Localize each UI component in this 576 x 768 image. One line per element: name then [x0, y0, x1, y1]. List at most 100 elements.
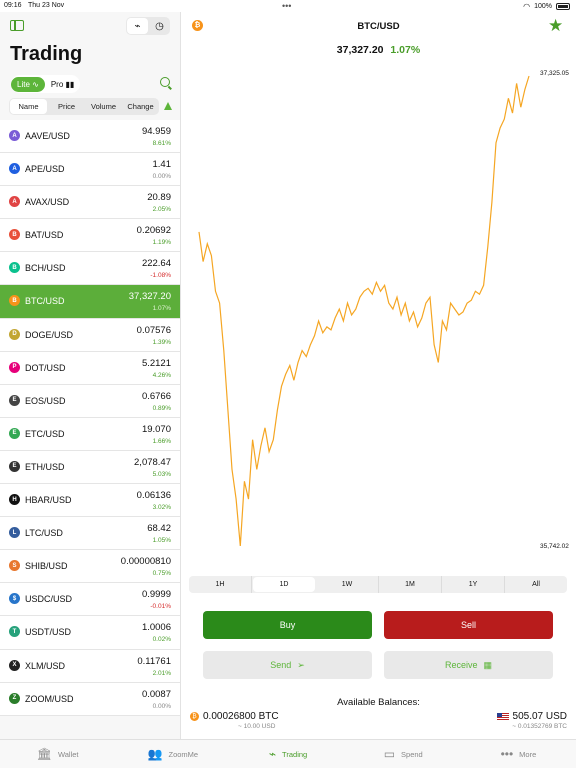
- available-balances-title: Available Balances:: [337, 697, 420, 708]
- tab-zoomme[interactable]: 👥 ZoomMe: [115, 740, 230, 768]
- pair-name: BTC/USD: [25, 296, 65, 307]
- tab-spend[interactable]: ▭ Spend: [346, 740, 461, 768]
- coin-icon: E: [9, 460, 20, 472]
- sidebar-toggle-icon[interactable]: [10, 20, 24, 31]
- pair-change: 1.66%: [152, 437, 171, 445]
- pair-name: ETC/USD: [25, 428, 65, 439]
- receive-button[interactable]: Receive ▦: [384, 651, 553, 679]
- pair-price: 0.06136: [136, 490, 171, 502]
- pair-title: BTC/USD: [357, 21, 400, 32]
- pair-name: USDC/USD: [25, 594, 73, 605]
- pair-name: DOGE/USD: [25, 329, 74, 340]
- coin-icon: A: [9, 196, 20, 208]
- pair-change: -0.01%: [150, 603, 171, 611]
- pair-name: ETH/USD: [25, 461, 65, 472]
- coin-icon: H: [9, 494, 20, 506]
- send-button[interactable]: Send ➢: [203, 651, 372, 679]
- pair-price: 0.07576: [136, 324, 171, 336]
- range-1w[interactable]: 1W: [316, 576, 379, 593]
- pair-change: 8.61%: [152, 140, 171, 147]
- favorite-star-icon[interactable]: ★: [548, 16, 563, 36]
- pro-mode-button[interactable]: Pro ▮▮: [45, 77, 80, 92]
- pair-row[interactable]: E ETH/USD 2,078.47 5.03%: [0, 450, 180, 485]
- sort-tab-change[interactable]: Change: [122, 98, 159, 115]
- price-series-line: [198, 75, 530, 547]
- coin-icon: P: [9, 361, 20, 373]
- range-1d[interactable]: 1D: [253, 577, 315, 592]
- range-1h[interactable]: 1H: [189, 576, 252, 593]
- battery-percent: 100%: [534, 3, 552, 10]
- tab-trading[interactable]: ⌁ Trading: [230, 740, 345, 768]
- history-icon[interactable]: ◷: [149, 17, 170, 35]
- pair-change: 2.05%: [152, 206, 171, 214]
- pair-row[interactable]: Z ZOOM/USD 0.0087 0.00%: [0, 682, 180, 716]
- lite-mode-button[interactable]: Lite ∿: [11, 76, 45, 92]
- tab-bar: 🏛 Wallet 👥 ZoomMe ⌁ Trading ▭ Spend ••• More: [0, 739, 576, 768]
- pair-row[interactable]: S SHIB/USD 0.00000810 0.75%: [0, 550, 180, 584]
- sort-tab-volume[interactable]: Volume: [85, 98, 122, 115]
- pair-name: XLM/USD: [25, 660, 66, 671]
- coin-icon: D: [9, 328, 20, 340]
- pair-row[interactable]: D DOGE/USD 0.07576 1.39%: [0, 318, 180, 352]
- multitask-dots-icon[interactable]: •••: [282, 1, 291, 11]
- sort-tab-name[interactable]: Name: [10, 99, 47, 114]
- pair-name: SHIB/USD: [25, 561, 68, 572]
- price-chart[interactable]: [181, 64, 576, 564]
- pair-name: LTC/USD: [25, 528, 63, 539]
- mode-toggle: Lite ∿ Pro ▮▮: [11, 75, 81, 93]
- pair-price: 0.0087: [141, 688, 171, 700]
- pair-row[interactable]: A AAVE/USD 94.959 8.61%: [0, 120, 180, 154]
- wifi-icon: ◠: [523, 2, 531, 11]
- btc-balance-value: 0.00026800 BTC: [203, 711, 279, 722]
- pair-row[interactable]: B BTC/USD 37,327.20 1.07%: [0, 285, 180, 319]
- pair-name: ZOOM/USD: [25, 693, 74, 704]
- pair-change: 0.75%: [152, 570, 171, 578]
- pair-name: DOT/USD: [25, 362, 66, 373]
- range-all[interactable]: All: [505, 576, 567, 593]
- sell-button[interactable]: Sell: [384, 611, 553, 639]
- sort-direction-icon[interactable]: [164, 102, 172, 110]
- pair-row[interactable]: A AVAX/USD 20.89 2.05%: [0, 186, 180, 220]
- coin-icon: B: [9, 262, 20, 274]
- pair-price: 19.070: [141, 423, 171, 435]
- coin-icon: $: [9, 593, 20, 605]
- coin-icon: E: [9, 427, 20, 439]
- buy-button[interactable]: Buy: [203, 611, 372, 639]
- tab-label: Wallet: [57, 749, 79, 759]
- pair-price: 1.41: [152, 159, 172, 171]
- pair-price: 94.959: [141, 126, 171, 137]
- price-change: 1.07%: [390, 44, 421, 56]
- range-1y[interactable]: 1Y: [442, 576, 505, 593]
- pair-row[interactable]: E ETC/USD 19.070 1.66%: [0, 417, 180, 451]
- status-time: 09:16: [4, 2, 22, 9]
- coin-icon: E: [9, 394, 20, 406]
- pair-row[interactable]: $ USDC/USD 0.9999 -0.01%: [0, 583, 180, 617]
- search-icon[interactable]: [160, 77, 170, 87]
- pair-row[interactable]: E EOS/USD 0.6766 0.89%: [0, 384, 180, 418]
- pair-price: 0.9999: [141, 589, 171, 601]
- pair-row[interactable]: L LTC/USD 68.42 1.05%: [0, 517, 180, 551]
- pair-row[interactable]: T USDT/USD 1.0006 0.02%: [0, 616, 180, 650]
- pair-price: 37,327.20: [128, 291, 171, 303]
- pair-row[interactable]: P DOT/USD 5.2121 4.26%: [0, 351, 180, 385]
- pair-price: 0.11761: [137, 655, 171, 667]
- pair-row[interactable]: B BCH/USD 222.64 -1.08%: [0, 252, 180, 286]
- pair-price: 2,078.47: [134, 456, 171, 468]
- chart-low-label: 35,742.02: [540, 543, 569, 550]
- pair-change: 0.89%: [152, 404, 171, 412]
- tab-wallet[interactable]: 🏛 Wallet: [0, 740, 115, 768]
- pulse-view-icon[interactable]: ⌁: [127, 18, 148, 34]
- sort-tab-price[interactable]: Price: [48, 98, 85, 115]
- pair-row[interactable]: H HBAR/USD 0.06136 3.02%: [0, 484, 180, 518]
- tab-more[interactable]: ••• More: [461, 740, 576, 768]
- pair-row[interactable]: B BAT/USD 0.20692 1.19%: [0, 219, 180, 253]
- pair-name: BAT/USD: [25, 230, 64, 241]
- tab-label: Trading: [282, 749, 308, 759]
- pair-row[interactable]: X XLM/USD 0.11761 2.01%: [0, 649, 180, 683]
- pair-row[interactable]: A APE/USD 1.41 0.00%: [0, 153, 180, 187]
- price-summary: 37,327.20 1.07%: [181, 44, 576, 56]
- usd-balance: 505.07 USD: [496, 711, 567, 722]
- btc-balance: ₿ 0.00026800 BTC: [190, 711, 279, 722]
- range-1m[interactable]: 1M: [379, 576, 442, 593]
- pair-price: 20.89: [147, 192, 171, 204]
